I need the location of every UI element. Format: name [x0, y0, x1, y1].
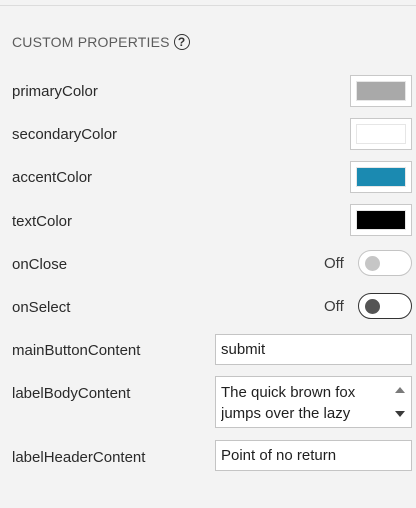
- primary-color-label: primaryColor: [12, 83, 98, 100]
- secondary-color-fill: [356, 124, 406, 144]
- main-button-content-input[interactable]: submit: [215, 334, 412, 365]
- main-button-content-label: mainButtonContent: [12, 342, 141, 359]
- label-body-content-text: The quick brown fox jumps over the lazy: [221, 384, 356, 422]
- text-color-fill: [356, 210, 406, 230]
- accent-color-swatch[interactable]: [350, 161, 412, 193]
- on-close-toggle[interactable]: [358, 250, 412, 276]
- secondary-color-label: secondaryColor: [12, 126, 118, 143]
- label-body-content-textarea[interactable]: The quick brown fox jumps over the lazy: [215, 376, 412, 428]
- scroll-up-arrow-icon[interactable]: [393, 384, 407, 396]
- primary-color-fill: [356, 81, 406, 101]
- scroll-down-arrow-icon[interactable]: [393, 408, 407, 420]
- section-header: CUSTOM PROPERTIES ?: [12, 34, 190, 50]
- secondary-color-swatch[interactable]: [350, 118, 412, 150]
- section-title: CUSTOM PROPERTIES: [12, 34, 170, 50]
- on-close-label: onClose: [12, 256, 68, 273]
- on-close-state: Off: [324, 255, 344, 272]
- label-header-content-input[interactable]: Point of no return: [215, 440, 412, 471]
- label-header-content-label: labelHeaderContent: [12, 449, 146, 466]
- text-color-label: textColor: [12, 213, 73, 230]
- text-color-swatch[interactable]: [350, 204, 412, 236]
- on-close-toggle-knob: [365, 256, 380, 271]
- on-select-toggle-knob: [365, 299, 380, 314]
- primary-color-swatch[interactable]: [350, 75, 412, 107]
- question-circle-icon[interactable]: ?: [173, 34, 190, 50]
- on-select-label: onSelect: [12, 299, 71, 316]
- custom-properties-panel: CUSTOM PROPERTIES ? primaryColor seconda…: [0, 0, 416, 508]
- accent-color-label: accentColor: [12, 169, 93, 186]
- top-divider: [0, 5, 416, 6]
- on-select-toggle[interactable]: [358, 293, 412, 319]
- label-body-content-label: labelBodyContent: [12, 385, 131, 402]
- on-select-state: Off: [324, 298, 344, 315]
- accent-color-fill: [356, 167, 406, 187]
